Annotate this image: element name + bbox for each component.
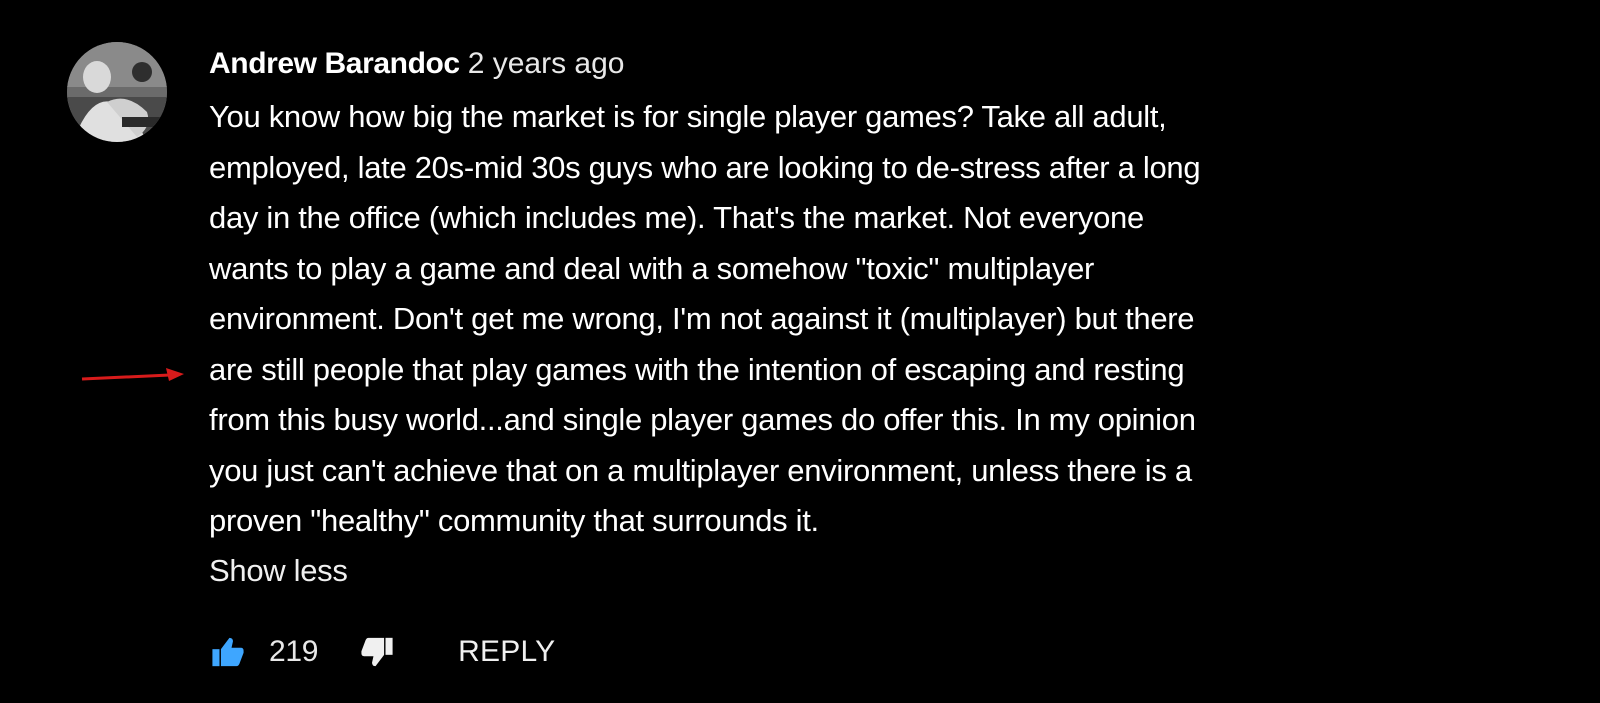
comment-text-line: from this busy world...and single player… bbox=[209, 402, 1196, 437]
comment-timestamp[interactable]: 2 years ago bbox=[468, 47, 625, 80]
comment-actions: 219 REPLY bbox=[209, 632, 555, 672]
comment-text: You know how big the market is for singl… bbox=[209, 92, 1409, 547]
red-arrow-icon bbox=[81, 368, 184, 381]
comment-text-line: wants to play a game and deal with a som… bbox=[209, 250, 1095, 286]
thumbs-down-icon bbox=[361, 637, 393, 667]
comment-text-line: employed, late 20s-mid 30s guys who are … bbox=[209, 149, 1201, 185]
comment-text-line: day in the office (which includes me). T… bbox=[209, 200, 1144, 235]
reply-button[interactable]: REPLY bbox=[458, 635, 555, 669]
comment-text-line: are still people that play games with th… bbox=[209, 351, 1185, 387]
avatar[interactable] bbox=[67, 42, 167, 142]
like-count: 219 bbox=[269, 635, 319, 668]
comment-text-line: You know how big the market is for singl… bbox=[209, 99, 1167, 134]
thumbs-up-icon bbox=[212, 637, 244, 667]
comment-thread: Andrew Barandoc 2 years ago You know how … bbox=[0, 0, 1600, 703]
dislike-button[interactable] bbox=[358, 634, 396, 670]
author-name[interactable]: Andrew Barandoc bbox=[209, 47, 460, 80]
like-button[interactable] bbox=[209, 634, 247, 670]
avatar-photo bbox=[67, 42, 167, 142]
comment-body: Andrew Barandoc 2 years ago You know how … bbox=[209, 44, 1409, 591]
comment-text-line: you just can't achieve that on a multipl… bbox=[209, 452, 1192, 488]
comment-text-line: environment. Don't get me wrong, I'm not… bbox=[209, 301, 1195, 336]
comment-header: Andrew Barandoc 2 years ago bbox=[209, 44, 1409, 84]
show-less-button[interactable]: Show less bbox=[209, 551, 348, 591]
comment-text-line: proven "healthy" community that surround… bbox=[209, 503, 819, 538]
